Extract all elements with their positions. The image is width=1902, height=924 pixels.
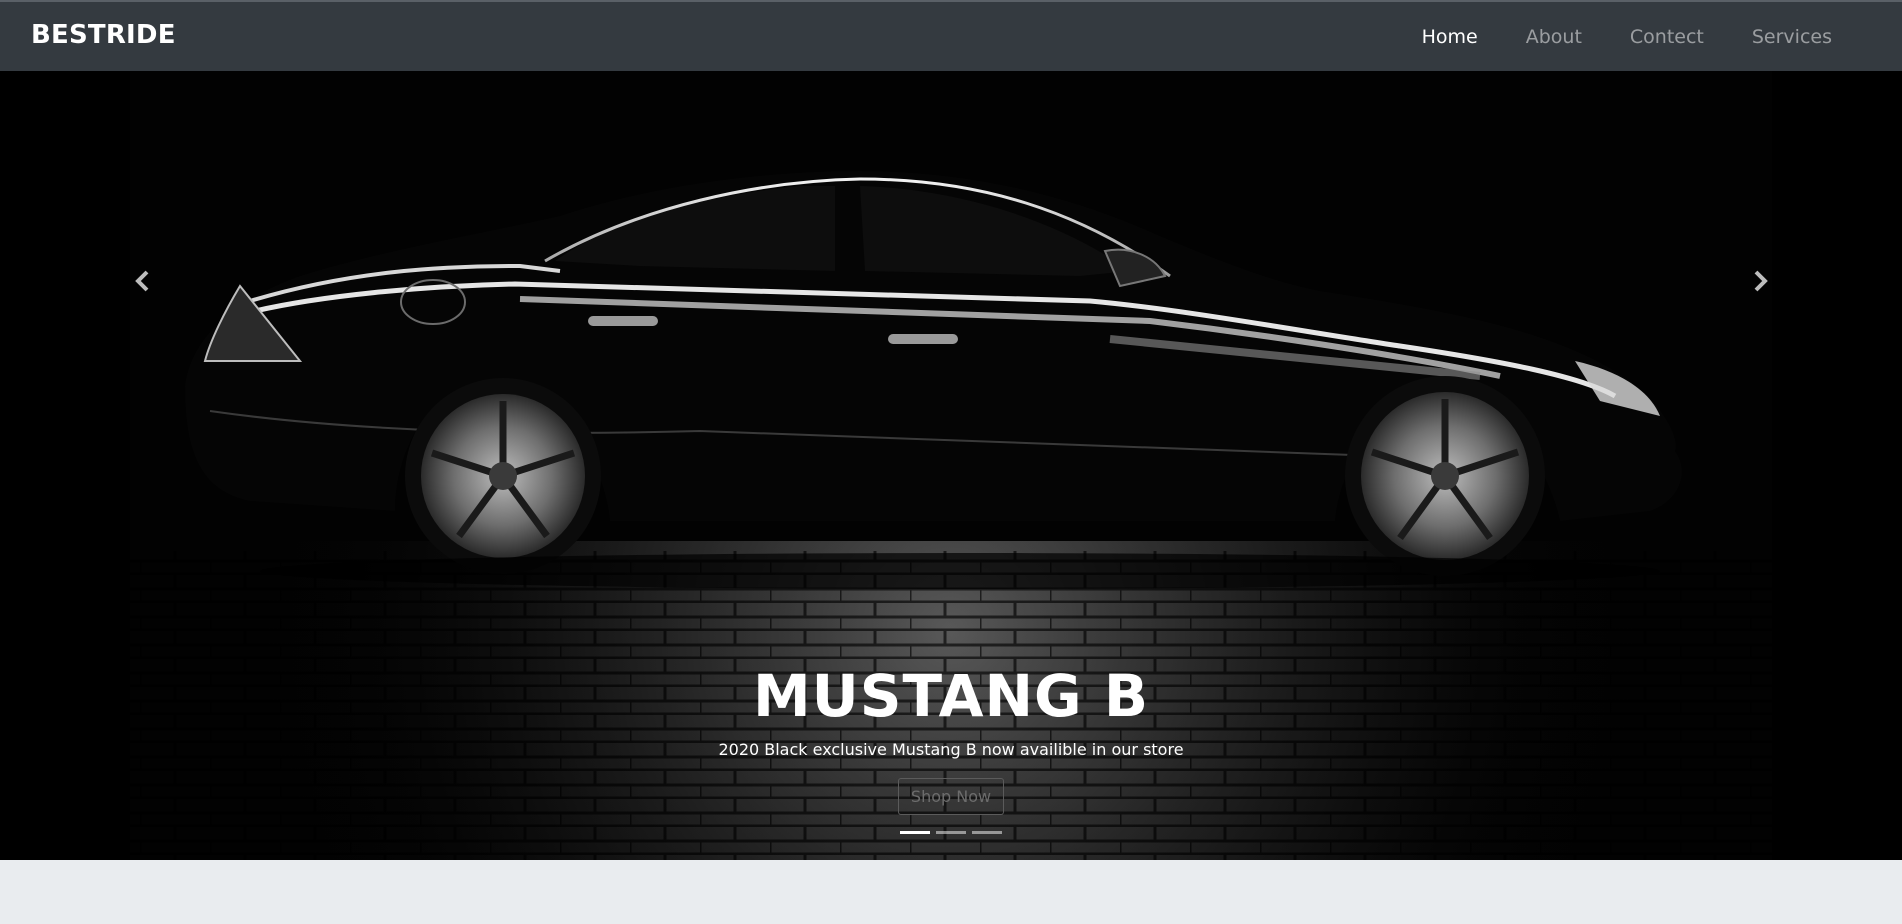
carousel-indicator-1[interactable] — [900, 831, 930, 834]
shop-now-button[interactable]: Shop Now — [897, 778, 1005, 815]
brand-logo[interactable]: BESTRIDE — [31, 20, 176, 50]
chevron-right-icon — [1754, 270, 1768, 292]
nav-link-services[interactable]: Services — [1752, 26, 1832, 48]
nav-link-home[interactable]: Home — [1422, 26, 1478, 48]
chevron-left-icon — [135, 270, 149, 292]
nav-links: Home About Contect Services — [1374, 26, 1832, 48]
navbar: BESTRIDE Home About Contect Services — [0, 0, 1902, 71]
nav-link-about[interactable]: About — [1526, 26, 1582, 48]
hero-carousel: MUSTANG B 2020 Black exclusive Mustang B… — [0, 71, 1902, 860]
carousel-indicators — [0, 831, 1902, 834]
slide-title: MUSTANG B — [752, 662, 1150, 730]
carousel-next-button[interactable] — [1730, 251, 1790, 311]
carousel-indicator-3[interactable] — [972, 831, 1002, 834]
slide-description: 2020 Black exclusive Mustang B now avail… — [718, 740, 1184, 759]
slide-caption: MUSTANG B 2020 Black exclusive Mustang B… — [0, 661, 1902, 815]
carousel-indicator-2[interactable] — [936, 831, 966, 834]
carousel-prev-button[interactable] — [113, 251, 173, 311]
nav-link-contect[interactable]: Contect — [1630, 26, 1704, 48]
